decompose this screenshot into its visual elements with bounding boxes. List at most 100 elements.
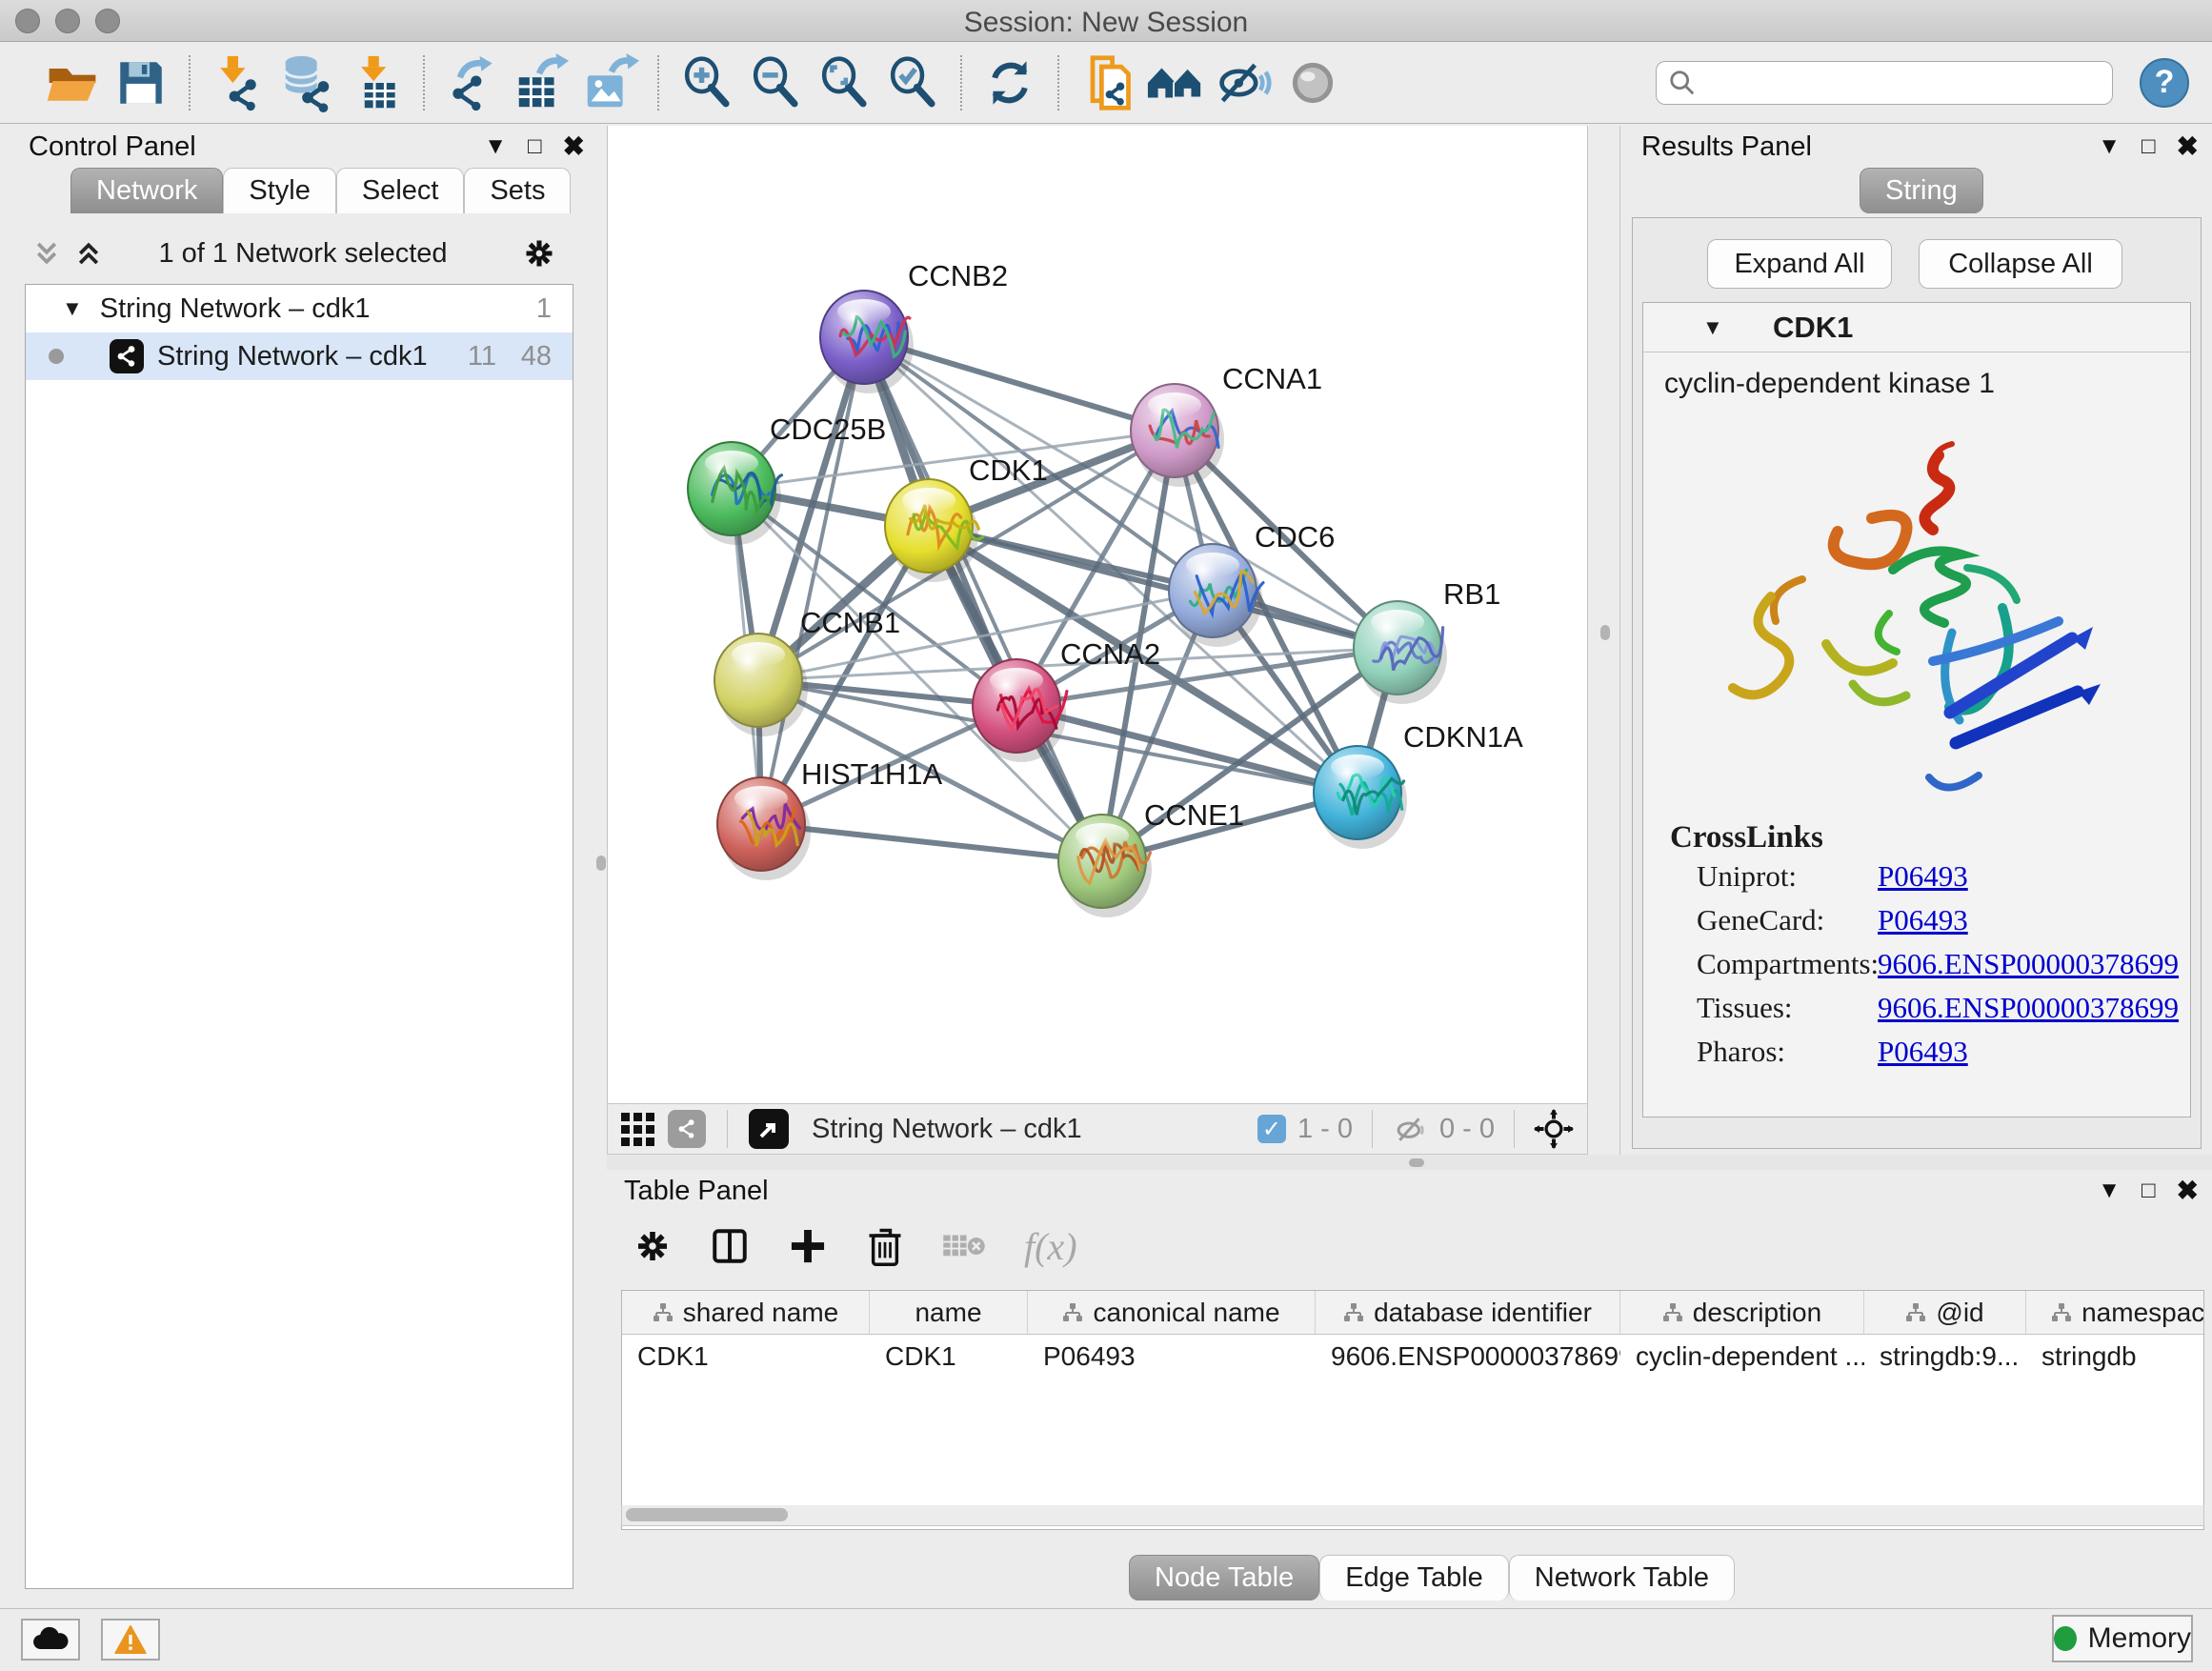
tab-edge-table[interactable]: Edge Table <box>1319 1555 1509 1601</box>
tab-network-table[interactable]: Network Table <box>1509 1555 1735 1601</box>
panel-resize-handle[interactable] <box>1600 625 1610 640</box>
node-CCNB1[interactable] <box>714 634 802 727</box>
crosslink-row: Uniprot:P06493 <box>1643 859 2190 903</box>
panel-close-icon[interactable]: ✖ <box>2177 133 2199 160</box>
search-input[interactable] <box>1656 61 2113 105</box>
export-network-button[interactable] <box>438 49 507 117</box>
column-header--id[interactable]: @id <box>1864 1291 2026 1334</box>
table-cell[interactable]: stringdb:9... <box>1864 1335 2026 1379</box>
panel-menu-icon[interactable]: ▼ <box>2098 1179 2121 1202</box>
network-row-selected[interactable]: String Network – cdk1 11 48 <box>26 332 573 380</box>
column-header-database-identifier[interactable]: database identifier <box>1316 1291 1620 1334</box>
crosslink-row: Compartments:9606.ENSP00000378699 <box>1643 947 2190 991</box>
refresh-button[interactable] <box>975 49 1044 117</box>
delete-column-icon[interactable] <box>866 1225 904 1267</box>
network-overview-share-icon[interactable] <box>668 1110 706 1148</box>
birdseye-home-button[interactable] <box>1141 49 1210 117</box>
expand-all-button[interactable]: Expand All <box>1707 239 1892 289</box>
column-network-icon <box>2051 1302 2072 1323</box>
pan-crosshair-icon[interactable] <box>1534 1109 1574 1149</box>
selected-checkbox-icon[interactable]: ✓ <box>1257 1115 1286 1143</box>
tab-select[interactable]: Select <box>336 168 465 213</box>
panel-float-icon[interactable]: □ <box>528 135 542 158</box>
help-button[interactable]: ? <box>2140 58 2189 108</box>
birdseye-toggle-icon[interactable] <box>749 1109 789 1149</box>
column-header-namespace[interactable]: namespace <box>2026 1291 2204 1334</box>
import-network-database-button[interactable] <box>272 49 341 117</box>
crosslink-value[interactable]: 9606.ENSP00000378699 <box>1878 947 2179 981</box>
table-cell[interactable]: CDK1 <box>622 1335 870 1379</box>
warnings-button[interactable] <box>101 1619 160 1661</box>
table-cell[interactable]: CDK1 <box>870 1335 1028 1379</box>
table-cell[interactable]: stringdb <box>2026 1335 2204 1379</box>
toolbar-separator <box>189 55 191 111</box>
network-canvas[interactable]: CCNB2CCNA1CDC25BCDK1CDC6RB1CCNB1CCNA2CDK… <box>607 126 1588 1103</box>
column-header-canonical-name[interactable]: canonical name <box>1028 1291 1316 1334</box>
crosslink-value[interactable]: P06493 <box>1878 1035 1968 1069</box>
collapse-all-button[interactable]: Collapse All <box>1919 239 2122 289</box>
edge-HIST1H1A-CCNE1[interactable] <box>761 824 1102 861</box>
network-collection-row[interactable]: ▼ String Network – cdk1 1 <box>26 285 573 332</box>
inactive-eye-button[interactable] <box>1278 49 1347 117</box>
zoom-selected-button[interactable] <box>878 49 947 117</box>
column-header-name[interactable]: name <box>870 1291 1028 1334</box>
zoom-out-button[interactable] <box>741 49 810 117</box>
tab-string[interactable]: String <box>1860 168 1983 213</box>
edge-CCNB2-HIST1H1A[interactable] <box>761 337 864 824</box>
tab-network[interactable]: Network <box>70 168 223 213</box>
show-hide-details-button[interactable] <box>1210 49 1278 117</box>
column-header-description[interactable]: description <box>1620 1291 1864 1334</box>
edge-count: 48 <box>521 341 552 372</box>
table-cell[interactable]: P06493 <box>1028 1335 1316 1379</box>
panel-float-icon[interactable]: □ <box>2142 1179 2156 1202</box>
gene-section-header[interactable]: ▼ CDK1 <box>1643 303 2190 352</box>
cloud-button[interactable] <box>21 1619 80 1661</box>
add-column-icon[interactable] <box>788 1226 828 1266</box>
node-RB1[interactable] <box>1354 601 1443 695</box>
duplicate-network-button[interactable] <box>1073 49 1141 117</box>
zoom-fit-button[interactable] <box>810 49 878 117</box>
node-CCNB2[interactable] <box>820 291 910 384</box>
horizontal-scrollbar[interactable] <box>621 1505 2204 1526</box>
crosslink-value[interactable]: P06493 <box>1878 859 1968 894</box>
horizontal-splitter[interactable] <box>607 1155 2212 1170</box>
panel-menu-icon[interactable]: ▼ <box>2098 135 2121 158</box>
import-table-file-button[interactable] <box>341 49 410 117</box>
column-network-icon <box>1062 1302 1083 1323</box>
show-columns-icon[interactable] <box>710 1226 750 1266</box>
open-session-button[interactable] <box>38 49 107 117</box>
tab-node-table[interactable]: Node Table <box>1129 1555 1319 1601</box>
node-HIST1H1A[interactable] <box>717 777 805 871</box>
grid-view-icon[interactable] <box>621 1113 654 1146</box>
save-session-button[interactable] <box>107 49 175 117</box>
column-header-shared-name[interactable]: shared name <box>622 1291 870 1334</box>
memory-button[interactable]: Memory <box>2052 1615 2193 1662</box>
zoom-in-button[interactable] <box>673 49 741 117</box>
panel-float-icon[interactable]: □ <box>2142 135 2156 158</box>
hidden-eye-icon[interactable] <box>1392 1111 1428 1147</box>
crosslink-value[interactable]: 9606.ENSP00000378699 <box>1878 991 2179 1025</box>
table-gear-icon[interactable] <box>633 1227 672 1265</box>
node-CCNA1[interactable] <box>1131 384 1218 477</box>
export-image-button[interactable] <box>575 49 644 117</box>
table-cell[interactable]: cyclin-dependent ... <box>1620 1335 1864 1379</box>
gear-icon[interactable] <box>522 236 556 271</box>
scrollbar-thumb[interactable] <box>626 1508 788 1521</box>
panel-close-icon[interactable]: ✖ <box>563 133 585 160</box>
title-bar: Session: New Session <box>0 0 2212 42</box>
panel-menu-icon[interactable]: ▼ <box>484 135 507 158</box>
table-cell[interactable]: 9606.ENSP00000378699 <box>1316 1335 1620 1379</box>
tab-style[interactable]: Style <box>223 168 335 213</box>
separator <box>727 1110 728 1148</box>
splitter-handle[interactable] <box>1409 1158 1424 1167</box>
import-network-file-button[interactable] <box>204 49 272 117</box>
duplicate-network-icon <box>1078 54 1136 111</box>
collapse-triangle-icon[interactable]: ▼ <box>62 296 83 321</box>
export-table-button[interactable] <box>507 49 575 117</box>
tab-sets[interactable]: Sets <box>464 168 571 213</box>
panel-close-icon[interactable]: ✖ <box>2177 1178 2199 1204</box>
crosslink-label: Tissues: <box>1697 991 1793 1025</box>
crosslink-value[interactable]: P06493 <box>1878 903 1968 937</box>
panel-resize-handle[interactable] <box>596 856 606 871</box>
collapse-triangle-icon[interactable]: ▼ <box>1702 315 1723 340</box>
